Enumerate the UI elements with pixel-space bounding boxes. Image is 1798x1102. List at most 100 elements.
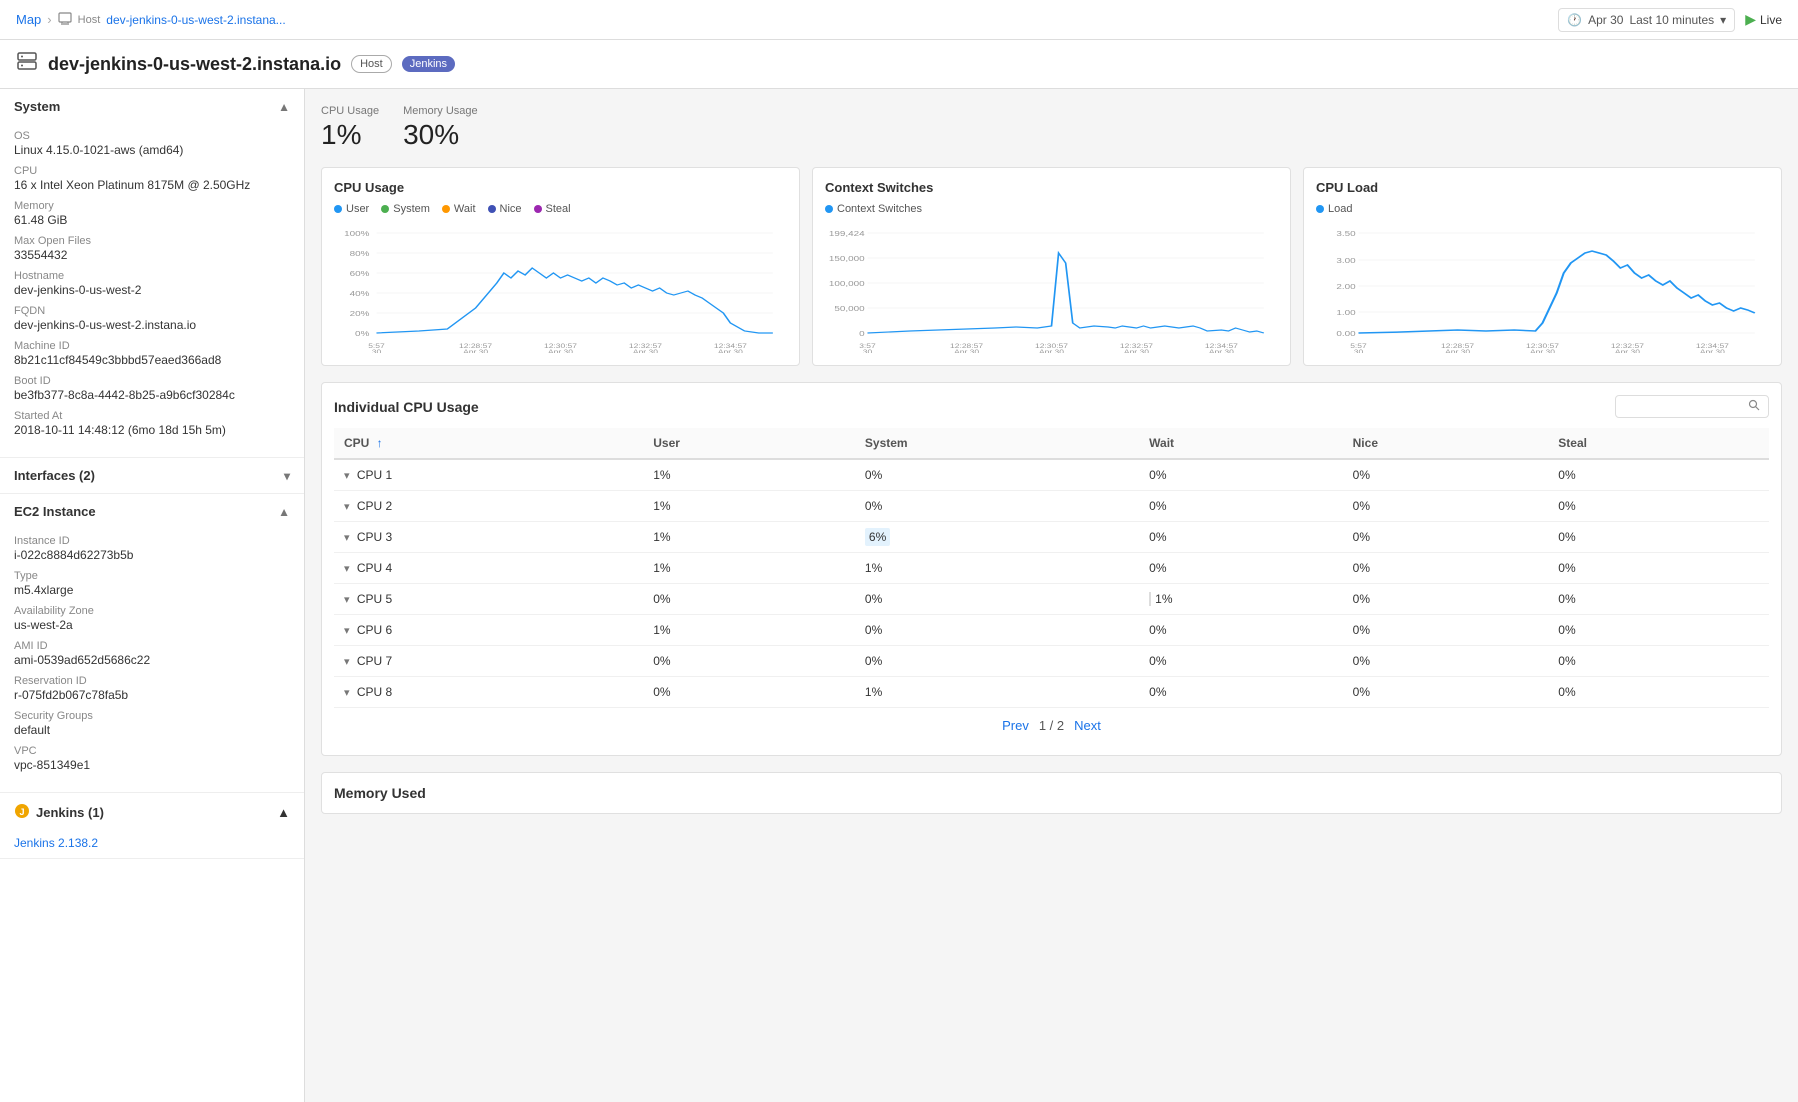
cpu-id-cell: ▾ CPU 7 bbox=[334, 646, 643, 677]
jenkins-title: Jenkins (1) bbox=[36, 805, 104, 820]
page-header: dev-jenkins-0-us-west-2.instana.io Host … bbox=[0, 40, 1798, 89]
user-cell: 1% bbox=[643, 491, 855, 522]
svg-text:0.00: 0.00 bbox=[1336, 329, 1356, 337]
next-button[interactable]: Next bbox=[1074, 718, 1101, 733]
legend-nice-label: Nice bbox=[500, 203, 522, 215]
sidebar-item-security-groups: Security Groups default bbox=[14, 710, 290, 737]
jenkins-icon: J bbox=[14, 803, 30, 822]
fqdn-value: dev-jenkins-0-us-west-2.instana.io bbox=[14, 318, 290, 332]
svg-text:Apr 30: Apr 30 bbox=[1124, 348, 1149, 353]
jenkins-label: J Jenkins (1) bbox=[14, 803, 104, 822]
expand-icon[interactable]: ▾ bbox=[344, 594, 350, 606]
cpu-load-legend: Load bbox=[1316, 203, 1769, 215]
svg-text:2.00: 2.00 bbox=[1336, 282, 1356, 290]
host-link[interactable]: dev-jenkins-0-us-west-2.instana... bbox=[106, 13, 285, 27]
cpu-id-cell: ▾ CPU 1 bbox=[334, 459, 643, 491]
user-cell: 1% bbox=[643, 553, 855, 584]
started-at-label: Started At bbox=[14, 410, 290, 422]
steal-cell: 0% bbox=[1548, 615, 1769, 646]
svg-text:0: 0 bbox=[859, 329, 865, 337]
context-switches-chart-area: 199,424 150,000 100,000 50,000 0 3:57 30… bbox=[825, 223, 1278, 353]
top-nav-right: 🕐 Apr 30 Last 10 minutes ▾ ▶ Live bbox=[1558, 8, 1782, 32]
machine-id-value: 8b21c11cf84549c3bbbd57eaed366ad8 bbox=[14, 353, 290, 367]
wait-cell: 0% bbox=[1139, 677, 1343, 708]
svg-text:Apr 30: Apr 30 bbox=[633, 348, 658, 353]
live-label: Live bbox=[1760, 13, 1782, 27]
ec2-section-header[interactable]: EC2 Instance ▲ bbox=[0, 494, 304, 529]
system-section-header[interactable]: System ▲ bbox=[0, 89, 304, 124]
svg-text:20%: 20% bbox=[350, 309, 370, 317]
steal-cell: 0% bbox=[1548, 584, 1769, 615]
sidebar-item-hostname: Hostname dev-jenkins-0-us-west-2 bbox=[14, 270, 290, 297]
cpu-load-title: CPU Load bbox=[1316, 180, 1769, 195]
col-wait: Wait bbox=[1139, 428, 1343, 459]
cpu-id-cell: ▾ CPU 6 bbox=[334, 615, 643, 646]
max-open-files-value: 33554432 bbox=[14, 248, 290, 262]
cpu-search-box[interactable] bbox=[1615, 395, 1769, 418]
user-cell: 0% bbox=[643, 646, 855, 677]
vpc-value: vpc-851349e1 bbox=[14, 758, 290, 772]
jenkins-section: J Jenkins (1) ▲ Jenkins 2.138.2 bbox=[0, 793, 304, 859]
svg-text:30: 30 bbox=[863, 348, 872, 353]
expand-icon[interactable]: ▾ bbox=[344, 563, 350, 575]
legend-context-switches: Context Switches bbox=[825, 203, 922, 215]
map-link[interactable]: Map bbox=[16, 12, 41, 27]
sidebar: System ▲ OS Linux 4.15.0-1021-aws (amd64… bbox=[0, 89, 305, 1102]
system-chevron-icon: ▲ bbox=[278, 100, 290, 114]
prev-button[interactable]: Prev bbox=[1002, 718, 1029, 733]
system-cell: 0% bbox=[855, 615, 1139, 646]
expand-icon[interactable]: ▾ bbox=[344, 501, 350, 513]
interfaces-section-header[interactable]: Interfaces (2) ▾ bbox=[0, 458, 304, 493]
svg-text:Apr 30: Apr 30 bbox=[1615, 348, 1640, 353]
live-button[interactable]: ▶ Live bbox=[1745, 11, 1782, 28]
svg-text:100,000: 100,000 bbox=[829, 279, 865, 287]
svg-text:J: J bbox=[19, 807, 24, 817]
svg-text:199,424: 199,424 bbox=[829, 229, 865, 237]
expand-icon[interactable]: ▾ bbox=[344, 656, 350, 668]
svg-text:Apr 30: Apr 30 bbox=[718, 348, 743, 353]
cpu-search-input[interactable] bbox=[1624, 400, 1744, 414]
cpu-usage-label: CPU Usage bbox=[321, 105, 379, 117]
jenkins-link[interactable]: Jenkins 2.138.2 bbox=[0, 832, 304, 858]
hostname-value: dev-jenkins-0-us-west-2 bbox=[14, 283, 290, 297]
sidebar-item-started-at: Started At 2018-10-11 14:48:12 (6mo 18d … bbox=[14, 410, 290, 437]
system-section-content: OS Linux 4.15.0-1021-aws (amd64) CPU 16 … bbox=[0, 124, 304, 457]
table-row: ▾ CPU 1 1% 0% 0% 0% 0% bbox=[334, 459, 1769, 491]
expand-icon[interactable]: ▾ bbox=[344, 687, 350, 699]
cpu-value: 16 x Intel Xeon Platinum 8175M @ 2.50GHz bbox=[14, 178, 290, 192]
col-cpu[interactable]: CPU ↑ bbox=[334, 428, 643, 459]
machine-id-label: Machine ID bbox=[14, 340, 290, 352]
boot-id-value: be3fb377-8c8a-4442-8b25-a9b6cf30284c bbox=[14, 388, 290, 402]
wait-cell: 0% bbox=[1139, 459, 1343, 491]
memory-label: Memory bbox=[14, 200, 290, 212]
az-label: Availability Zone bbox=[14, 605, 290, 617]
expand-icon[interactable]: ▾ bbox=[344, 625, 350, 637]
expand-icon[interactable]: ▾ bbox=[344, 470, 350, 482]
sidebar-item-max-open-files: Max Open Files 33554432 bbox=[14, 235, 290, 262]
sidebar-item-reservation-id: Reservation ID r-075fd2b067c78fa5b bbox=[14, 675, 290, 702]
ec2-section: EC2 Instance ▲ Instance ID i-022c8884d62… bbox=[0, 494, 304, 793]
fqdn-label: FQDN bbox=[14, 305, 290, 317]
table-row: ▾ CPU 7 0% 0% 0% 0% 0% bbox=[334, 646, 1769, 677]
expand-icon[interactable]: ▾ bbox=[344, 532, 350, 544]
svg-text:30: 30 bbox=[372, 348, 381, 353]
reservation-id-value: r-075fd2b067c78fa5b bbox=[14, 688, 290, 702]
nice-cell: 0% bbox=[1343, 522, 1549, 553]
jenkins-section-header[interactable]: J Jenkins (1) ▲ bbox=[0, 793, 304, 832]
context-switches-legend: Context Switches bbox=[825, 203, 1278, 215]
os-value: Linux 4.15.0-1021-aws (amd64) bbox=[14, 143, 290, 157]
breadcrumb-sep-1: › bbox=[47, 12, 51, 27]
time-range-picker[interactable]: 🕐 Apr 30 Last 10 minutes ▾ bbox=[1558, 8, 1735, 32]
ami-id-label: AMI ID bbox=[14, 640, 290, 652]
steal-cell: 0% bbox=[1548, 522, 1769, 553]
user-cell: 1% bbox=[643, 522, 855, 553]
wait-cell: 0% bbox=[1139, 522, 1343, 553]
search-icon bbox=[1748, 399, 1760, 414]
table-header-row: CPU ↑ User System Wait Nice Steal bbox=[334, 428, 1769, 459]
page-info: 1 / 2 bbox=[1039, 718, 1064, 733]
main-layout: System ▲ OS Linux 4.15.0-1021-aws (amd64… bbox=[0, 89, 1798, 1102]
legend-system: System bbox=[381, 203, 430, 215]
system-cell: 1% bbox=[855, 677, 1139, 708]
cpu-usage-legend: User System Wait Nice Steal bbox=[334, 203, 787, 215]
system-cell: 1% bbox=[855, 553, 1139, 584]
